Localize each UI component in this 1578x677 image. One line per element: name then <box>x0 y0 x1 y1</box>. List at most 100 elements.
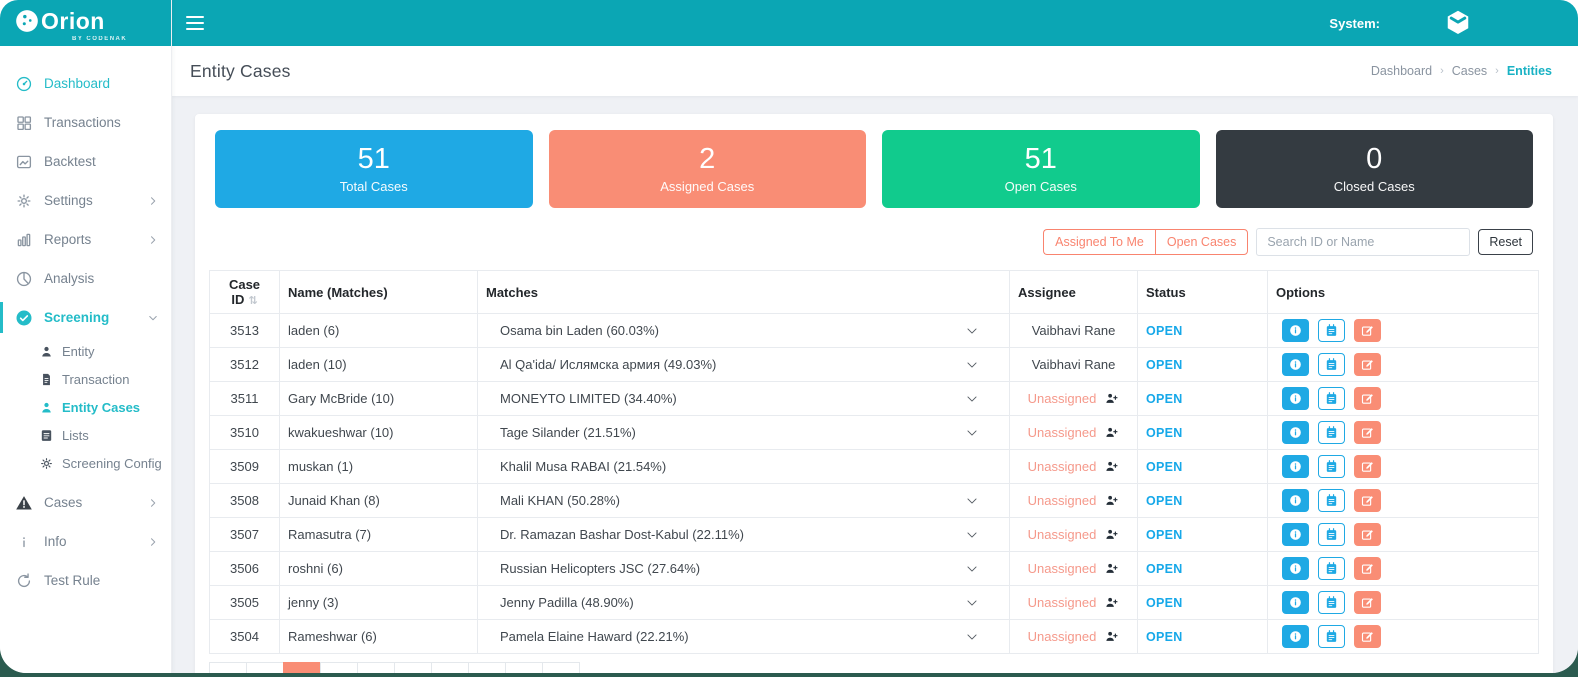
sidebar-item-settings[interactable]: Settings <box>0 181 171 220</box>
pagination-button[interactable]: 1 <box>283 662 321 673</box>
edit-case-button[interactable] <box>1354 387 1381 410</box>
edit-case-button[interactable] <box>1354 319 1381 342</box>
sidebar-item-dashboard[interactable]: Dashboard <box>0 64 171 103</box>
history-button[interactable] <box>1318 625 1345 648</box>
assign-user-icon[interactable] <box>1104 595 1119 610</box>
edit-case-button[interactable] <box>1354 353 1381 376</box>
view-details-button[interactable] <box>1282 557 1309 580</box>
sidebar-subitem-entity[interactable]: Entity <box>0 337 171 365</box>
sidebar-item-cases[interactable]: Cases <box>0 483 171 522</box>
expand-chevron-icon[interactable] <box>965 630 979 644</box>
sidebar-item-analysis[interactable]: Analysis <box>0 259 171 298</box>
history-button[interactable] <box>1318 523 1345 546</box>
sidebar-item-info[interactable]: Info <box>0 522 171 561</box>
history-button[interactable] <box>1318 353 1345 376</box>
pagination-button[interactable]: 4 <box>394 662 432 673</box>
view-details-button[interactable] <box>1282 523 1309 546</box>
edit-case-button[interactable] <box>1354 591 1381 614</box>
dashboard-icon <box>15 75 33 93</box>
edit-case-button[interactable] <box>1354 523 1381 546</box>
assigned-to-me-button[interactable]: Assigned To Me <box>1043 229 1155 255</box>
pagination-button[interactable]: « <box>209 662 247 673</box>
assign-user-icon[interactable] <box>1104 425 1119 440</box>
open-cases-button[interactable]: Open Cases <box>1155 229 1248 255</box>
reset-button[interactable]: Reset <box>1478 229 1533 255</box>
info-circle-icon <box>1288 459 1303 474</box>
status-cell: OPEN <box>1138 484 1268 518</box>
breadcrumb-item-cases[interactable]: Cases <box>1452 64 1487 78</box>
expand-chevron-icon[interactable] <box>965 528 979 542</box>
sidebar-item-transactions[interactable]: Transactions <box>0 103 171 142</box>
view-details-button[interactable] <box>1282 421 1309 444</box>
matches-cell: Khalil Musa RABAI (21.54%) <box>478 450 1010 484</box>
cases-card: 51Total Cases2Assigned Cases51Open Cases… <box>195 114 1553 673</box>
expand-chevron-icon[interactable] <box>965 324 979 338</box>
package-icon[interactable] <box>1442 7 1474 39</box>
stats-row: 51Total Cases2Assigned Cases51Open Cases… <box>209 130 1539 208</box>
chevron-right-icon <box>147 497 159 509</box>
name-cell: roshni (6) <box>280 552 478 586</box>
assign-user-icon[interactable] <box>1104 391 1119 406</box>
menu-toggle-icon[interactable] <box>186 12 208 34</box>
search-input[interactable] <box>1256 228 1470 256</box>
history-button[interactable] <box>1318 387 1345 410</box>
view-details-button[interactable] <box>1282 353 1309 376</box>
view-details-button[interactable] <box>1282 387 1309 410</box>
sidebar-item-reports[interactable]: Reports <box>0 220 171 259</box>
history-button[interactable] <box>1318 455 1345 478</box>
sidebar-item-backtest[interactable]: Backtest <box>0 142 171 181</box>
expand-chevron-icon[interactable] <box>965 494 979 508</box>
options-cell <box>1268 484 1539 518</box>
assign-user-icon[interactable] <box>1104 493 1119 508</box>
history-button[interactable] <box>1318 421 1345 444</box>
pagination-button[interactable]: › <box>505 662 543 673</box>
pagination-button[interactable]: 5 <box>431 662 469 673</box>
sidebar-subitem-transaction[interactable]: Transaction <box>0 365 171 393</box>
column-header-case-id[interactable]: Case ID⇅ <box>210 271 280 314</box>
history-button[interactable] <box>1318 557 1345 580</box>
assign-user-icon[interactable] <box>1104 459 1119 474</box>
assign-user-icon[interactable] <box>1104 527 1119 542</box>
pagination-button[interactable]: ‹ <box>246 662 284 673</box>
expand-chevron-icon[interactable] <box>965 392 979 406</box>
edit-case-button[interactable] <box>1354 557 1381 580</box>
edit-case-button[interactable] <box>1354 625 1381 648</box>
info-circle-icon <box>1288 323 1303 338</box>
edit-icon <box>1360 561 1375 576</box>
calendar-icon <box>1324 595 1339 610</box>
view-details-button[interactable] <box>1282 489 1309 512</box>
assign-user-icon[interactable] <box>1104 561 1119 576</box>
case-id-cell: 3505 <box>210 586 280 620</box>
expand-chevron-icon[interactable] <box>965 562 979 576</box>
breadcrumb-item-dashboard[interactable]: Dashboard <box>1371 64 1432 78</box>
view-details-button[interactable] <box>1282 625 1309 648</box>
sort-icon[interactable]: ⇅ <box>248 294 257 307</box>
pagination-button[interactable]: 2 <box>320 662 358 673</box>
edit-case-button[interactable] <box>1354 489 1381 512</box>
sidebar-subitem-screening-config[interactable]: Screening Config <box>0 449 171 477</box>
sidebar-item-screening[interactable]: Screening <box>0 298 171 337</box>
edit-case-button[interactable] <box>1354 421 1381 444</box>
edit-case-button[interactable] <box>1354 455 1381 478</box>
view-details-button[interactable] <box>1282 455 1309 478</box>
brand-logo[interactable]: Orion BY CODENAK <box>0 0 171 46</box>
expand-chevron-icon[interactable] <box>965 358 979 372</box>
sidebar-item-test-rule[interactable]: Test Rule <box>0 561 171 600</box>
history-button[interactable] <box>1318 319 1345 342</box>
info-circle-icon <box>1288 527 1303 542</box>
history-button[interactable] <box>1318 591 1345 614</box>
view-details-button[interactable] <box>1282 319 1309 342</box>
pagination-button[interactable]: » <box>542 662 580 673</box>
options-cell <box>1268 620 1539 654</box>
sidebar-subitem-entity-cases[interactable]: Entity Cases <box>0 393 171 421</box>
match-text: Mali KHAN (50.28%) <box>500 493 620 508</box>
assign-user-icon[interactable] <box>1104 629 1119 644</box>
expand-chevron-icon[interactable] <box>965 596 979 610</box>
pagination-button[interactable]: 3 <box>357 662 395 673</box>
calendar-icon <box>1324 391 1339 406</box>
view-details-button[interactable] <box>1282 591 1309 614</box>
sidebar-subitem-lists[interactable]: Lists <box>0 421 171 449</box>
pagination-button[interactable]: 6 <box>468 662 506 673</box>
expand-chevron-icon[interactable] <box>965 426 979 440</box>
history-button[interactable] <box>1318 489 1345 512</box>
